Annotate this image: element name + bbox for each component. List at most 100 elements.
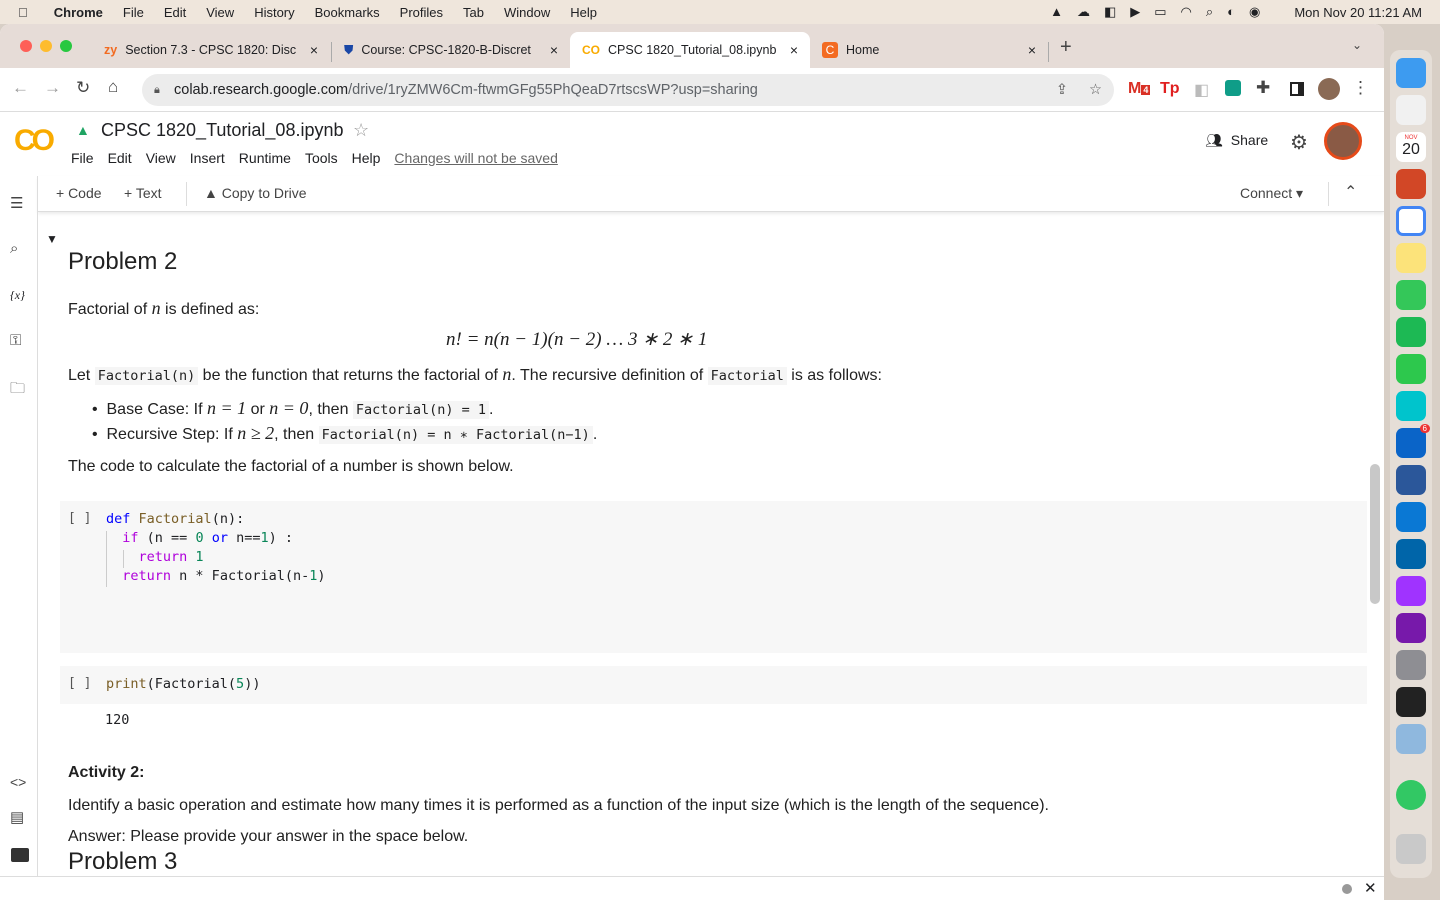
- files-folder-icon[interactable]: 🗀︎: [10, 378, 25, 403]
- close-tab-icon[interactable]: ×: [1028, 42, 1036, 58]
- close-tab-icon[interactable]: ×: [310, 42, 318, 58]
- powerpoint-icon[interactable]: [1396, 169, 1426, 199]
- canva-icon[interactable]: [1396, 391, 1426, 421]
- bookmark-star-icon[interactable]: ☆: [1089, 82, 1102, 98]
- colab-menu-insert[interactable]: Insert: [190, 150, 225, 166]
- messenger-icon[interactable]: [1396, 576, 1426, 606]
- status-icons[interactable]: ▲☁◧▶▭◠⌕◐◉: [1050, 4, 1274, 20]
- reload-button[interactable]: ↻: [76, 78, 90, 98]
- colab-menu-tools[interactable]: Tools: [305, 150, 338, 166]
- minimize-window-button[interactable]: [40, 40, 52, 52]
- code-editor[interactable]: print(Factorial(5)): [106, 675, 260, 694]
- home-button[interactable]: ⌂: [108, 77, 118, 97]
- collapse-section-icon[interactable]: ▼: [46, 232, 58, 246]
- close-window-button[interactable]: [20, 40, 32, 52]
- doc-extension-icon[interactable]: ◧: [1194, 80, 1209, 100]
- apple-icon[interactable]: : [18, 5, 28, 20]
- chrome-icon[interactable]: [1396, 206, 1426, 236]
- tab-search-chevron-icon[interactable]: ⌄: [1352, 38, 1362, 52]
- collapse-header-icon[interactable]: ⌃: [1344, 182, 1357, 202]
- star-notebook-icon[interactable]: ☆: [353, 120, 369, 141]
- back-button[interactable]: ←: [12, 78, 29, 98]
- share-page-icon[interactable]: ⇪: [1056, 82, 1068, 98]
- factorial-formula: n! = n(n − 1)(n − 2) … 3 ∗ 2 ∗ 1: [446, 329, 708, 350]
- find-my-icon[interactable]: [1396, 780, 1426, 810]
- add-code-button[interactable]: + Code: [56, 185, 102, 201]
- address-bar[interactable]: 🔒︎ colab.research.google.com/drive/1ryZM…: [142, 74, 1114, 106]
- code-snippets-icon[interactable]: <>: [10, 774, 26, 790]
- variables-icon[interactable]: {x}: [10, 288, 25, 303]
- google-drive-icon: ▲: [76, 122, 90, 138]
- share-button[interactable]: 👥︎ Share: [1205, 132, 1268, 149]
- account-avatar[interactable]: [1324, 122, 1362, 160]
- spotify-icon[interactable]: [1396, 317, 1426, 347]
- finder-icon[interactable]: [1396, 58, 1426, 88]
- outlook-icon[interactable]: 6: [1396, 424, 1430, 458]
- add-text-button[interactable]: + Text: [124, 185, 162, 201]
- tab-course[interactable]: ⛊ Course: CPSC-1820-B-Discret ×: [332, 32, 570, 68]
- clock[interactable]: Mon Nov 20 11:21 AM: [1294, 5, 1422, 20]
- side-panel-icon[interactable]: [1290, 82, 1304, 96]
- scrollbar-thumb[interactable]: [1370, 464, 1380, 604]
- extensions-puzzle-icon[interactable]: ✚: [1256, 78, 1270, 98]
- close-status-icon[interactable]: ✕: [1364, 879, 1377, 897]
- tab-home[interactable]: C Home ×: [810, 32, 1048, 68]
- menu-file[interactable]: File: [123, 5, 144, 20]
- system-settings-icon[interactable]: [1396, 650, 1426, 680]
- command-palette-icon[interactable]: ▤: [10, 808, 24, 826]
- facetime-icon[interactable]: [1396, 354, 1426, 384]
- secrets-key-icon[interactable]: ⚿: [10, 332, 21, 349]
- preview-icon[interactable]: [1396, 724, 1426, 754]
- menu-help[interactable]: Help: [570, 5, 597, 20]
- copy-to-drive-button[interactable]: ▲ Copy to Drive: [204, 185, 307, 201]
- menu-profiles[interactable]: Profiles: [400, 5, 443, 20]
- new-tab-button[interactable]: +: [1060, 36, 1072, 59]
- menu-history[interactable]: History: [254, 5, 294, 20]
- close-tab-icon[interactable]: ×: [550, 42, 558, 58]
- terminal-icon[interactable]: [11, 848, 29, 862]
- gmail-extension-icon[interactable]: M4: [1128, 80, 1151, 98]
- definition-text: Let Factorial(n) be the function that re…: [68, 364, 882, 385]
- unsaved-changes-link[interactable]: Changes will not be saved: [394, 150, 557, 166]
- onedrive-icon[interactable]: [1396, 502, 1426, 532]
- check-extension-icon[interactable]: [1225, 80, 1241, 96]
- settings-gear-icon[interactable]: ⚙: [1290, 130, 1308, 155]
- chrome-menu-icon[interactable]: ⋮: [1352, 78, 1369, 98]
- maximize-window-button[interactable]: [60, 40, 72, 52]
- search-icon[interactable]: ⌕: [10, 240, 18, 257]
- menu-app-name[interactable]: Chrome: [54, 5, 103, 20]
- menu-tab[interactable]: Tab: [463, 5, 484, 20]
- vscode-icon[interactable]: [1396, 539, 1426, 569]
- code-cell-print[interactable]: [ ] print(Factorial(5)): [60, 666, 1367, 704]
- messages-icon[interactable]: [1396, 280, 1426, 310]
- profile-avatar[interactable]: [1318, 78, 1340, 100]
- word-icon[interactable]: [1396, 465, 1426, 495]
- trash-icon[interactable]: [1396, 834, 1426, 864]
- connect-button[interactable]: Connect ▾: [1240, 185, 1303, 202]
- code-editor[interactable]: def Factorial(n): if (n == 0 or n==1) : …: [106, 510, 326, 586]
- menu-window[interactable]: Window: [504, 5, 550, 20]
- run-cell-button[interactable]: [ ]: [68, 511, 91, 526]
- menu-edit[interactable]: Edit: [164, 5, 186, 20]
- forward-button[interactable]: →: [44, 78, 61, 98]
- colab-menu-runtime[interactable]: Runtime: [239, 150, 291, 166]
- code-cell-factorial[interactable]: [ ] def Factorial(n): if (n == 0 or n==1…: [60, 501, 1367, 653]
- tab-zybooks[interactable]: zy Section 7.3 - CPSC 1820: Disc ×: [92, 32, 330, 68]
- colab-menu-help[interactable]: Help: [352, 150, 381, 166]
- terminal-app-icon[interactable]: [1396, 687, 1426, 717]
- onenote-icon[interactable]: [1396, 613, 1426, 643]
- run-cell-button[interactable]: [ ]: [68, 676, 91, 691]
- notebook-title[interactable]: CPSC 1820_Tutorial_08.ipynb: [101, 120, 343, 141]
- colab-menu-edit[interactable]: Edit: [108, 150, 132, 166]
- close-tab-icon[interactable]: ×: [790, 42, 798, 58]
- menu-view[interactable]: View: [206, 5, 234, 20]
- tab-colab[interactable]: CO CPSC 1820_Tutorial_08.ipynb ×: [570, 32, 810, 68]
- notes-icon[interactable]: [1396, 243, 1426, 273]
- tp-extension-icon[interactable]: Tp: [1160, 80, 1180, 98]
- colab-menu-file[interactable]: File: [71, 150, 94, 166]
- menu-bookmarks[interactable]: Bookmarks: [315, 5, 380, 20]
- calendar-icon[interactable]: NOV 20: [1396, 132, 1426, 162]
- colab-logo[interactable]: CO: [14, 124, 55, 158]
- colab-menu-view[interactable]: View: [146, 150, 176, 166]
- table-of-contents-icon[interactable]: ☰: [10, 194, 23, 212]
